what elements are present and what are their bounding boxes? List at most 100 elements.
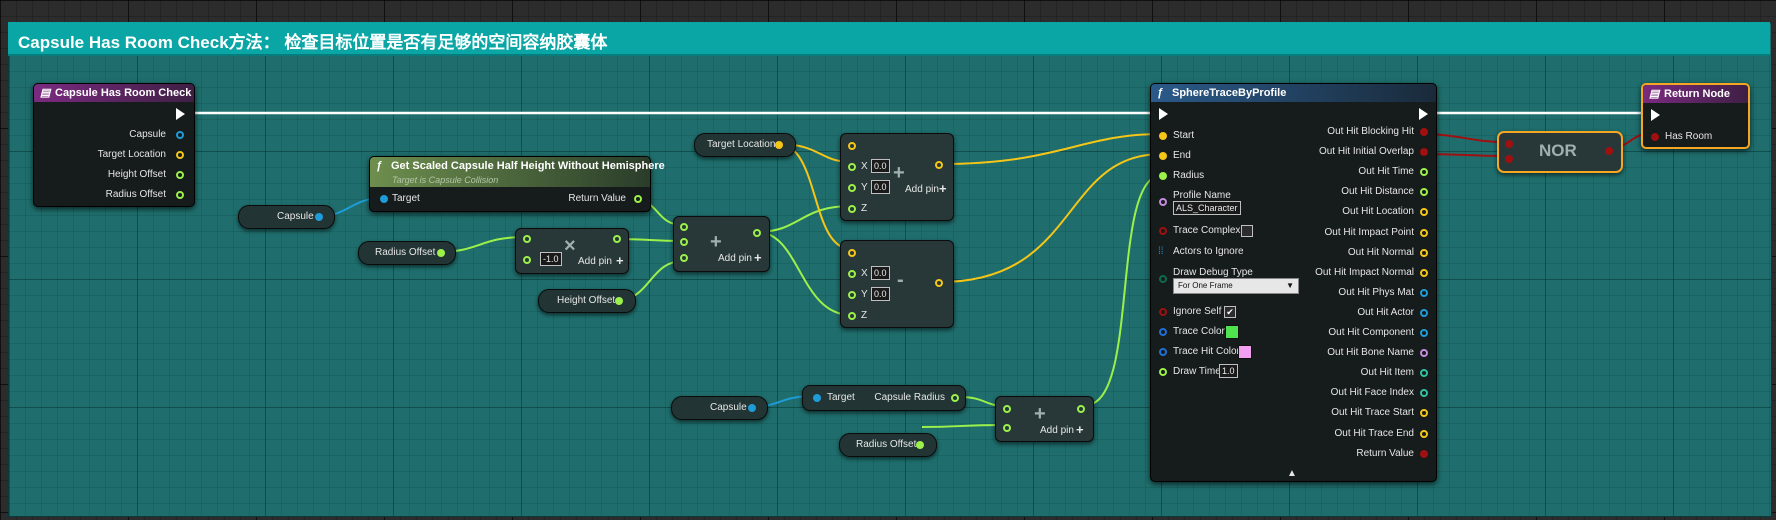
- pin-c[interactable]: [680, 254, 688, 262]
- add-pin-label[interactable]: Add pin: [1040, 425, 1074, 436]
- pin-out-hit-trace-end[interactable]: [1420, 429, 1428, 438]
- pin-x[interactable]: [848, 163, 856, 171]
- array-pin-icon[interactable]: ⁞⁞: [1158, 246, 1164, 257]
- exec-in-pin[interactable]: [1159, 108, 1168, 120]
- pin-height-offset-out[interactable]: [615, 297, 623, 305]
- target-location-getter[interactable]: Target Location: [694, 133, 796, 157]
- radius-offset-getter[interactable]: Radius Offset: [358, 241, 456, 265]
- y-field[interactable]: 0.0: [871, 180, 890, 194]
- pin-draw-debug-type[interactable]: [1159, 275, 1167, 283]
- pin-radius-offset-out[interactable]: [437, 249, 445, 257]
- x-field[interactable]: 0.0: [871, 266, 890, 280]
- pin-target-location-out[interactable]: [775, 141, 783, 149]
- pin-out-hit-phys-mat[interactable]: [1420, 288, 1428, 297]
- pin-target[interactable]: [813, 394, 821, 402]
- add-pin-icon[interactable]: +: [754, 250, 762, 265]
- pin-result[interactable]: [613, 235, 621, 243]
- add-pin-label[interactable]: Add pin: [578, 256, 612, 267]
- pin-out-hit-impact-point[interactable]: [1420, 228, 1428, 237]
- pin-out-hit-component[interactable]: [1420, 329, 1428, 337]
- pin-z[interactable]: [848, 312, 856, 320]
- add-vector-node[interactable]: X 0.0 Y 0.0 Z + Add pin +: [840, 133, 954, 221]
- capsule-radius-node[interactable]: Target Capsule Radius: [802, 385, 966, 411]
- exec-out-pin[interactable]: [176, 108, 185, 120]
- pin-out-hit-location[interactable]: [1420, 208, 1428, 217]
- pin-result[interactable]: [753, 229, 761, 237]
- pin-end[interactable]: [1159, 152, 1167, 160]
- pin-has-room[interactable]: [1651, 133, 1659, 141]
- pin-a[interactable]: [1003, 405, 1011, 413]
- y-field[interactable]: 0.0: [871, 287, 890, 301]
- height-offset-getter[interactable]: Height Offset: [538, 289, 636, 313]
- pin-target[interactable]: [380, 195, 388, 203]
- profile-name-field[interactable]: ALS_Character: [1173, 201, 1241, 215]
- capsule-getter[interactable]: Capsule: [238, 205, 335, 229]
- sphere-trace-node[interactable]: ƒ SphereTraceByProfile Start End Radius P…: [1150, 83, 1437, 482]
- pin-a[interactable]: [848, 249, 856, 257]
- entry-node[interactable]: ▤ Capsule Has Room Check Capsule Target L…: [33, 83, 195, 207]
- pin-out-hit-distance[interactable]: [1420, 188, 1428, 197]
- pin-out-hit-initial-overlap[interactable]: [1420, 148, 1428, 157]
- pin-out-hit-face-index[interactable]: [1420, 389, 1428, 398]
- draw-debug-type-dropdown[interactable]: For One Frame ▼: [1173, 278, 1299, 294]
- return-node[interactable]: ▤ Return Node Has Room: [1641, 83, 1750, 149]
- pin-y[interactable]: [848, 291, 856, 299]
- pin-out-hit-normal[interactable]: [1420, 248, 1428, 257]
- multiply-value-field[interactable]: -1.0: [540, 252, 562, 266]
- multiply-node[interactable]: -1.0 × Add pin +: [515, 228, 629, 274]
- add-pin-icon[interactable]: +: [939, 181, 947, 196]
- add-radius-node[interactable]: + Add pin +: [995, 396, 1094, 442]
- add-float-node[interactable]: + Add pin +: [673, 216, 770, 272]
- draw-time-field[interactable]: 1.0: [1219, 364, 1238, 378]
- pin-return-value[interactable]: [1420, 449, 1428, 458]
- pin-profile-name[interactable]: [1159, 198, 1167, 206]
- pin-result[interactable]: [935, 279, 943, 287]
- pin-out-hit-bone-name[interactable]: [1420, 349, 1428, 358]
- pin-a[interactable]: [848, 142, 856, 150]
- pin-trace-color[interactable]: [1159, 328, 1167, 336]
- half-height-node[interactable]: ƒ Get Scaled Capsule Half Height Without …: [369, 156, 665, 212]
- x-field[interactable]: 0.0: [871, 159, 890, 173]
- capsule-getter-2[interactable]: Capsule: [671, 396, 768, 420]
- pin-out-hit-impact-normal[interactable]: [1420, 268, 1428, 277]
- pin-radius-offset-out[interactable]: [916, 441, 924, 449]
- pin-out-hit-blocking-hit[interactable]: [1420, 128, 1428, 136]
- add-pin-label[interactable]: Add pin: [905, 184, 939, 195]
- pin-height-offset[interactable]: [176, 171, 184, 179]
- pin-y[interactable]: [848, 184, 856, 192]
- pin-out-hit-trace-start[interactable]: [1420, 409, 1428, 418]
- subtract-vector-node[interactable]: X 0.0 Y 0.0 Z -: [840, 240, 954, 328]
- radius-offset-getter-2[interactable]: Radius Offset: [839, 433, 937, 457]
- pin-b[interactable]: [1505, 155, 1513, 163]
- pin-z[interactable]: [848, 205, 856, 213]
- exec-out-pin[interactable]: [1419, 108, 1428, 120]
- pin-target-location[interactable]: [176, 151, 184, 159]
- pin-trace-complex[interactable]: [1159, 227, 1167, 235]
- pin-capsule-out[interactable]: [315, 213, 323, 221]
- pin-result[interactable]: [1605, 147, 1613, 155]
- pin-radius[interactable]: [1159, 172, 1167, 180]
- pin-draw-time[interactable]: [1159, 368, 1167, 376]
- exec-in-pin[interactable]: [1651, 109, 1660, 121]
- pin-a[interactable]: [1505, 140, 1513, 148]
- pin-out-hit-item[interactable]: [1420, 369, 1428, 378]
- pin-radius-offset[interactable]: [176, 191, 184, 199]
- pin-capsule-out[interactable]: [748, 404, 756, 412]
- pin-return-value[interactable]: [634, 195, 642, 203]
- ignore-self-checkbox[interactable]: ✔: [1224, 306, 1236, 318]
- trace-complex-checkbox[interactable]: [1241, 225, 1253, 237]
- add-pin-label[interactable]: Add pin: [718, 253, 752, 264]
- pin-b[interactable]: [523, 256, 531, 264]
- expand-arrow-icon[interactable]: ▲: [1287, 468, 1297, 479]
- trace-hit-color-swatch[interactable]: [1238, 345, 1252, 359]
- pin-result[interactable]: [935, 161, 943, 169]
- pin-result[interactable]: [1077, 405, 1085, 413]
- pin-ignore-self[interactable]: [1159, 308, 1167, 316]
- pin-b[interactable]: [1003, 424, 1011, 432]
- pin-x[interactable]: [848, 270, 856, 278]
- trace-color-swatch[interactable]: [1225, 325, 1239, 339]
- pin-a[interactable]: [680, 223, 688, 231]
- pin-capsule-radius[interactable]: [951, 394, 959, 402]
- pin-start[interactable]: [1159, 132, 1167, 140]
- nor-node[interactable]: NOR: [1497, 131, 1623, 173]
